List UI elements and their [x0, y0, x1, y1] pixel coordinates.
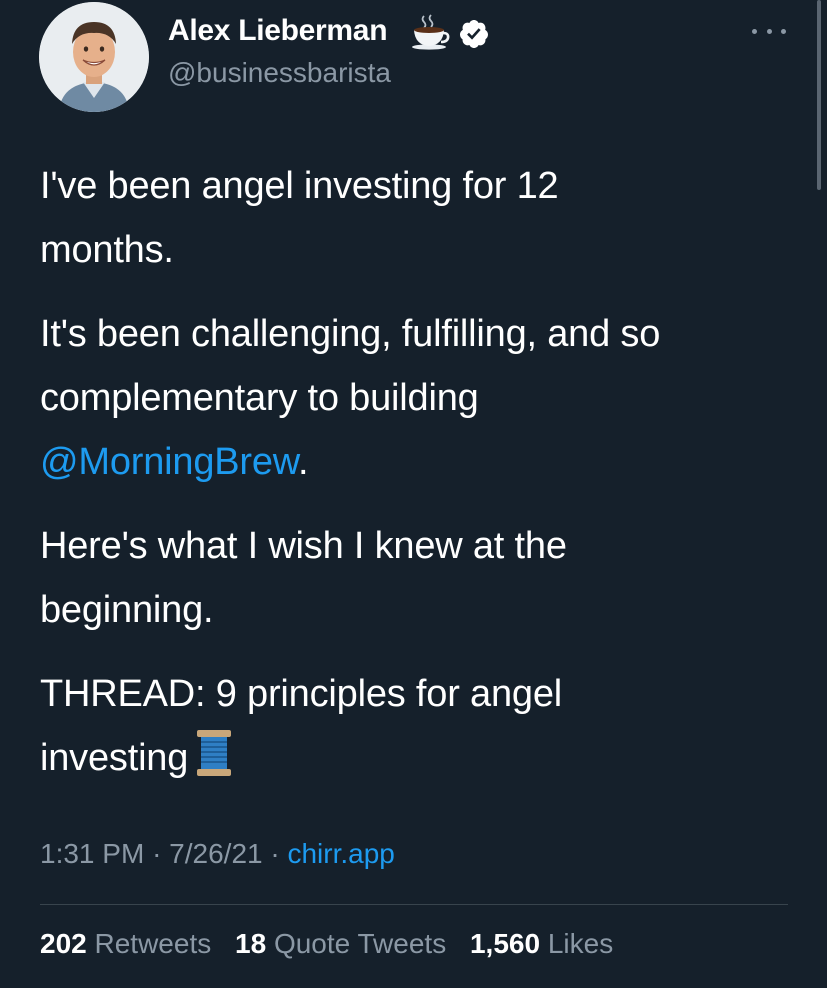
source-link[interactable]: chirr.app: [287, 838, 394, 869]
author-name[interactable]: Alex Lieberman: [168, 14, 388, 48]
tweet-paragraph-3: Here's what I wish I knew at the beginni…: [40, 514, 567, 642]
tweet-paragraph-2: It's been challenging, fulfilling, and s…: [40, 302, 660, 494]
punctuation: .: [297, 441, 309, 483]
author-handle[interactable]: @businessbarista: [168, 57, 391, 89]
separator: ·: [270, 838, 280, 869]
tweet-text-line: investing: [40, 726, 562, 790]
quotes-count: 18: [235, 928, 267, 959]
tweet-text-line: beginning.: [40, 589, 214, 631]
tweet-text-line: I've been angel investing for 12: [40, 165, 559, 207]
separator: ·: [152, 838, 162, 869]
tweet-text-line: It's been challenging, fulfilling, and s…: [40, 313, 661, 355]
likes-count: 1,560: [469, 928, 541, 959]
quotes-label: Quote Tweets: [273, 928, 447, 959]
tweet-text-line: months.: [40, 229, 174, 271]
tweet-paragraph-4: THREAD: 9 principles for angel investing: [40, 662, 562, 790]
tweet-stats: 202 Retweets 18 Quote Tweets 1,560 Likes: [40, 928, 629, 960]
verified-badge-icon: [459, 20, 488, 48]
thread-spool-icon: [197, 730, 232, 776]
tweet-meta: 1:31 PM · 7/26/21 · chirr.app: [40, 838, 395, 870]
tweet-date[interactable]: 7/26/21: [169, 838, 262, 869]
tweet-time[interactable]: 1:31 PM: [40, 838, 144, 869]
quote-tweets-stat[interactable]: 18 Quote Tweets: [235, 928, 446, 959]
mention-link[interactable]: @MorningBrew: [40, 441, 298, 483]
retweets-label: Retweets: [94, 928, 212, 959]
tweet-text-line: THREAD: 9 principles for angel: [40, 673, 562, 715]
tweet-detail: Alex Lieberman @businessbarista I've bee…: [0, 0, 827, 988]
scrollbar[interactable]: [817, 0, 821, 190]
tweet-text-line: @MorningBrew.: [40, 430, 660, 494]
tweet-text-line: complementary to building: [40, 377, 479, 419]
divider: [40, 904, 788, 905]
avatar[interactable]: [39, 2, 149, 112]
tweet-paragraph-1: I've been angel investing for 12 months.: [40, 154, 559, 282]
tweet-text-line: Here's what I wish I knew at the: [40, 525, 567, 567]
likes-stat[interactable]: 1,560 Likes: [470, 928, 613, 959]
retweets-count: 202: [40, 928, 87, 959]
likes-label: Likes: [547, 928, 614, 959]
retweets-stat[interactable]: 202 Retweets: [40, 928, 211, 959]
tweet-text: investing: [40, 737, 189, 779]
coffee-icon: [412, 14, 450, 50]
more-options-icon[interactable]: [752, 24, 786, 38]
